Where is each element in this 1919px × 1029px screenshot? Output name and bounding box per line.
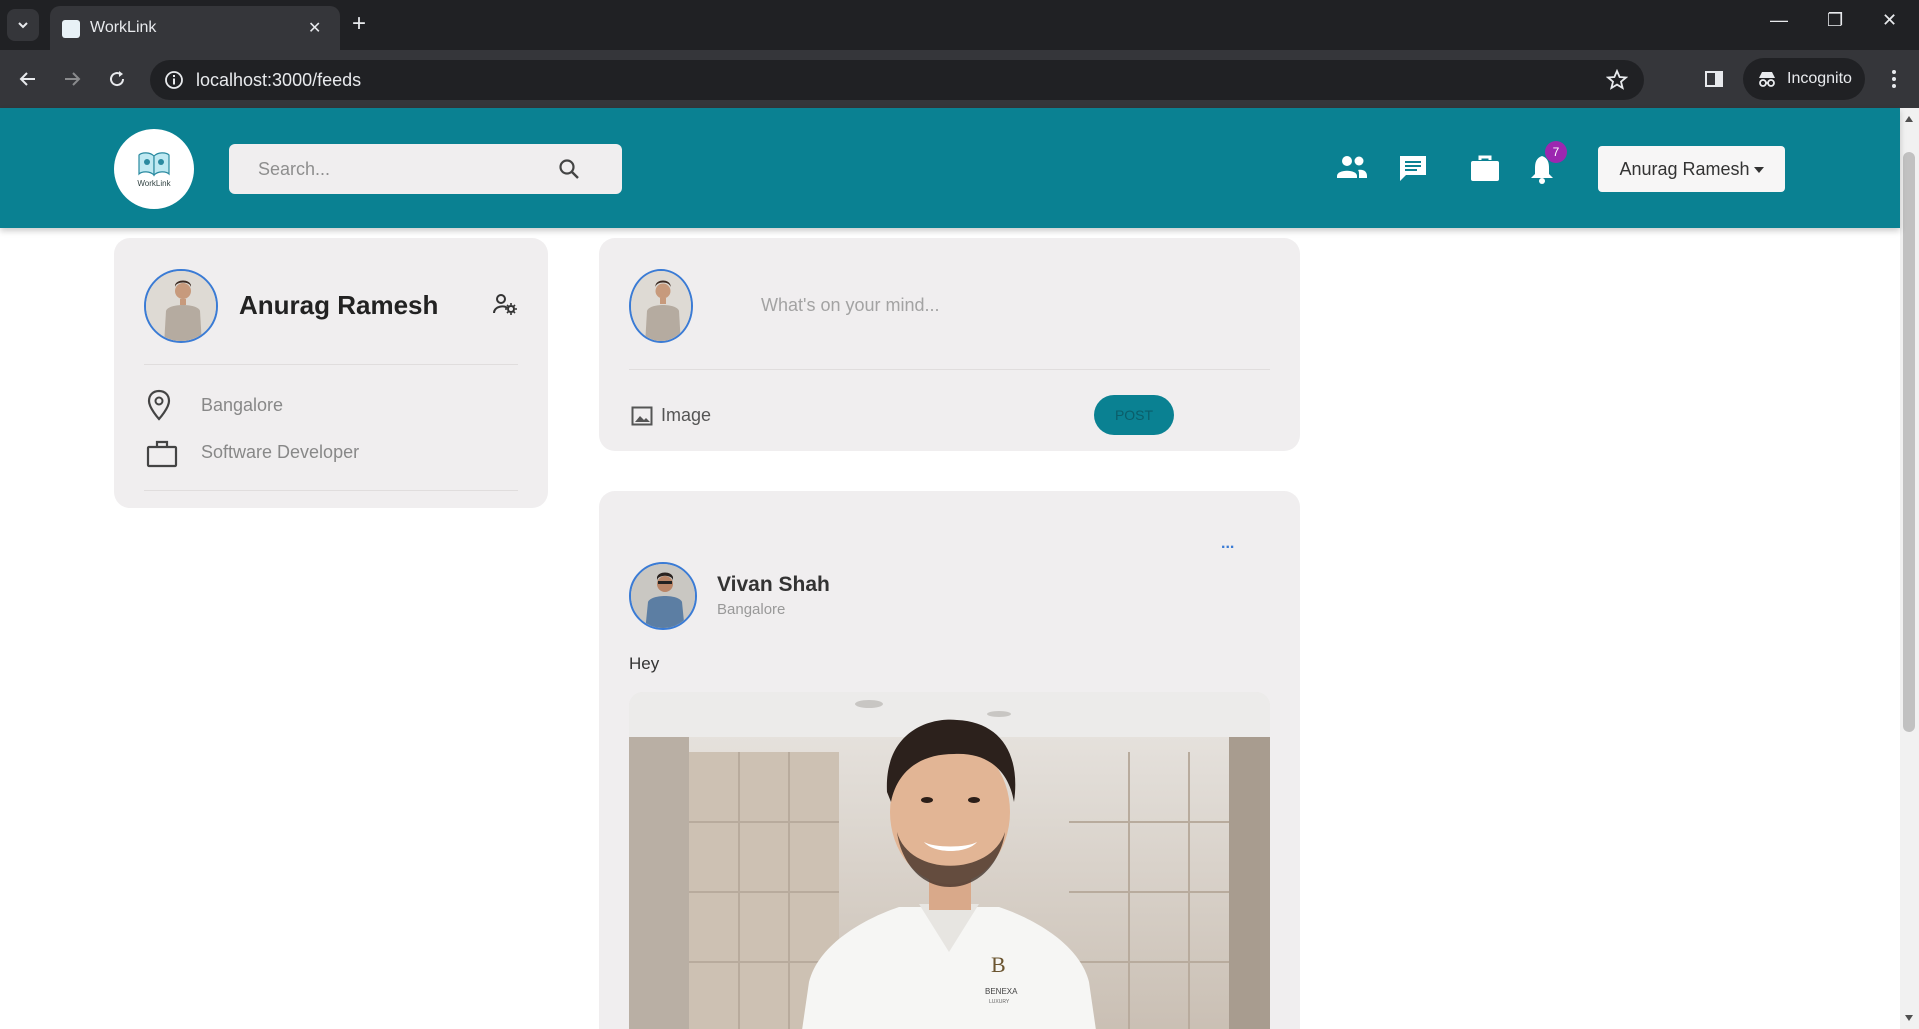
composer-divider (629, 369, 1270, 370)
feed-post-card: ... Vivan Shah Bangalore Hey B BENEXA LU… (599, 491, 1300, 1029)
bookmark-star-icon[interactable] (1606, 69, 1628, 91)
occupation-row (146, 440, 178, 468)
app-header: WorkLink 7 Anurag Ramesh (0, 108, 1900, 228)
browser-tab[interactable]: WorkLink ✕ (50, 6, 340, 50)
page-scrollbar[interactable] (1900, 108, 1919, 1029)
arrow-right-icon (65, 72, 81, 86)
tab-title: WorkLink (90, 19, 157, 36)
composer-avatar (629, 269, 693, 343)
scroll-up-icon[interactable] (1905, 116, 1913, 122)
app-logo[interactable]: WorkLink (114, 129, 194, 209)
info-icon[interactable] (164, 70, 184, 90)
side-panel-icon (1705, 71, 1723, 87)
post-composer-card: What's on your mind... Image POST (599, 238, 1300, 451)
post-button[interactable]: POST (1094, 395, 1174, 435)
chat-icon[interactable] (1398, 154, 1428, 184)
notification-badge: 7 (1545, 141, 1567, 163)
benexa-logo-text: BENEXA (985, 987, 1018, 996)
post-author-location: Bangalore (717, 601, 786, 618)
profile-divider-bottom (144, 490, 518, 491)
kebab-menu-icon (1892, 70, 1896, 88)
search-icon[interactable] (558, 158, 580, 180)
minimize-icon[interactable]: — (1770, 10, 1788, 31)
incognito-label: Incognito (1787, 70, 1852, 87)
profile-location: Bangalore (201, 395, 284, 415)
arrow-left-icon (19, 72, 35, 86)
close-window-icon[interactable]: ✕ (1882, 10, 1897, 31)
search-input[interactable] (229, 144, 559, 194)
browser-tab-bar: WorkLink ✕ + — ❐ ✕ (0, 0, 1919, 50)
location-pin-icon (147, 389, 171, 421)
tab-search-button[interactable] (7, 9, 39, 41)
benexa-logo-mark: B (991, 952, 1006, 977)
browser-toolbar: localhost:3000/feeds Incognito (0, 50, 1919, 108)
profile-name: Anurag Ramesh (239, 290, 439, 320)
image-icon (631, 406, 653, 425)
profile-divider (144, 364, 518, 365)
post-author-avatar[interactable] (629, 562, 697, 630)
forward-button[interactable] (56, 63, 88, 95)
search-box[interactable] (229, 144, 622, 194)
post-author-name[interactable]: Vivan Shah (717, 573, 830, 597)
restore-icon[interactable]: ❐ (1827, 10, 1843, 31)
briefcase-outline-icon (146, 440, 178, 468)
user-settings-icon[interactable] (493, 293, 517, 315)
briefcase-icon[interactable] (1470, 154, 1500, 182)
reload-button[interactable] (101, 63, 133, 95)
user-menu-label: Anurag Ramesh (1619, 158, 1750, 179)
user-menu-button[interactable]: Anurag Ramesh (1598, 146, 1785, 192)
post-input[interactable]: What's on your mind... (761, 295, 940, 316)
side-panel-button[interactable] (1698, 63, 1730, 95)
caret-down-icon (1753, 167, 1764, 173)
post-photo: B BENEXA LUXURY (629, 692, 1270, 1029)
person-avatar-icon (146, 271, 216, 341)
back-button[interactable] (12, 63, 44, 95)
scroll-thumb[interactable] (1903, 152, 1915, 732)
browser-menu-button[interactable] (1878, 63, 1910, 95)
favicon-icon (62, 20, 80, 38)
worklink-logo-icon (138, 152, 170, 177)
chevron-down-icon (18, 22, 28, 29)
post-text: Hey (629, 654, 660, 673)
reload-icon (110, 71, 125, 87)
post-image[interactable]: B BENEXA LUXURY (629, 692, 1270, 1029)
person-avatar-icon (631, 564, 695, 628)
incognito-icon (1759, 72, 1775, 87)
location-row (146, 389, 172, 421)
logo-text: WorkLink (137, 179, 171, 188)
scroll-down-icon[interactable] (1905, 1015, 1913, 1021)
add-image-button[interactable]: Image (631, 405, 711, 426)
url-text: localhost:3000/feeds (196, 70, 362, 90)
incognito-indicator[interactable]: Incognito (1743, 58, 1865, 100)
benexa-logo-subtext: LUXURY (989, 999, 1010, 1005)
profile-occupation: Software Developer (201, 442, 360, 462)
address-bar[interactable]: localhost:3000/feeds (150, 60, 1644, 100)
profile-avatar[interactable] (144, 269, 218, 343)
people-icon[interactable] (1336, 154, 1368, 180)
new-tab-icon[interactable]: + (352, 10, 366, 38)
post-options-button[interactable]: ... (1221, 535, 1234, 553)
person-avatar-icon (631, 271, 691, 341)
profile-card: Anurag Ramesh Bangalore Software Develop… (114, 238, 548, 508)
close-tab-icon[interactable]: ✕ (308, 18, 321, 38)
image-label: Image (661, 405, 712, 425)
